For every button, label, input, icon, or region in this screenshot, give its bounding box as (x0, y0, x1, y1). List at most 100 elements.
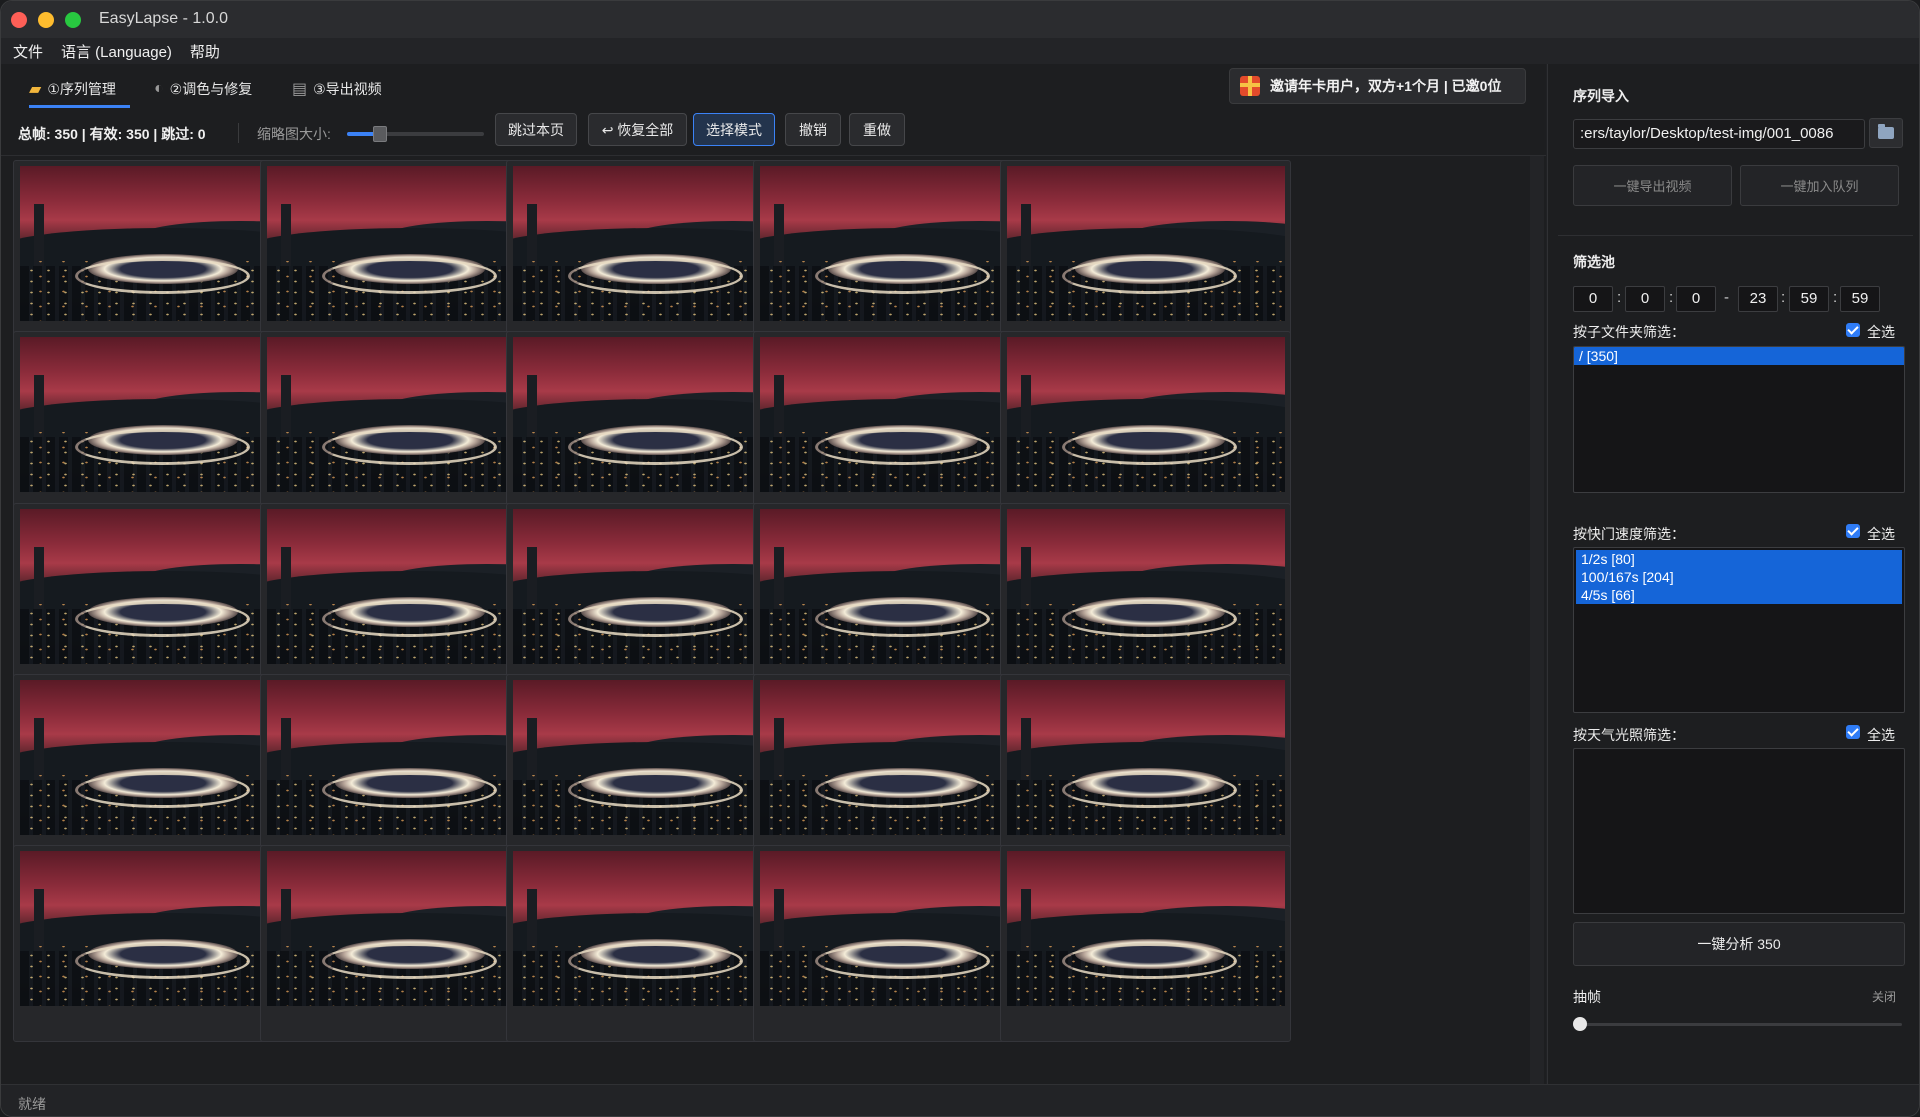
subfolder-list[interactable]: / [350] (1573, 346, 1905, 493)
subfolder-select-all-checkbox[interactable] (1846, 323, 1860, 337)
minimize-window-button[interactable] (38, 12, 54, 28)
thumb-size-slider-handle[interactable] (373, 126, 387, 142)
frame-thumbnail-image (1007, 851, 1285, 1006)
weather-filter-label: 按天气光照筛选： (1573, 727, 1685, 743)
frame-thumbnail-card[interactable]: HYPERLAPSE_0010.DNG (1000, 331, 1291, 528)
time-start-second[interactable]: 0 (1676, 286, 1716, 312)
tab-label: ②调色与修复 (169, 81, 253, 97)
sidebar-divider (1558, 235, 1913, 236)
frame-thumbnail-card[interactable] (1000, 845, 1291, 1042)
tab-export-video[interactable]: ▤ ③导出视频 (292, 72, 392, 106)
skip-page-button[interactable]: 跳过本页 (495, 113, 577, 146)
title-bar: EasyLapse - 1.0.0 (1, 1, 1919, 38)
decimate-slider-handle[interactable] (1573, 1017, 1587, 1031)
status-bar: 就绪 (1, 1084, 1919, 1116)
gift-icon (1240, 76, 1260, 96)
list-item[interactable]: 4/5s [66] (1576, 586, 1902, 604)
frame-thumbnail-image (760, 851, 1038, 1006)
frame-thumbnail-image (267, 509, 545, 664)
folder-icon: ▰ (29, 81, 42, 98)
tab-sequence-management[interactable]: ▰ ①序列管理 (29, 72, 130, 108)
grid-scrollbar-track[interactable] (1530, 156, 1544, 1084)
select-all-label: 全选 (1867, 324, 1895, 340)
undo-button[interactable]: 撤销 (785, 113, 841, 146)
time-colon: : (1617, 289, 1622, 306)
list-item[interactable]: / [350] (1574, 347, 1904, 365)
time-end-second[interactable]: 59 (1840, 286, 1880, 312)
sequence-path-input[interactable]: :ers/taylor/Desktop/test-img/001_0086 (1573, 119, 1865, 149)
menu-language[interactable]: 语言 (Language) (61, 41, 172, 62)
thumb-size-label: 缩略图大小: (257, 126, 331, 142)
maximize-window-button[interactable] (65, 12, 81, 28)
window-title: EasyLapse - 1.0.0 (99, 10, 228, 27)
import-label: 序列导入 (1573, 88, 1629, 104)
frame-thumbnail-image (513, 509, 791, 664)
status-text: 就绪 (18, 1096, 46, 1112)
select-all-label: 全选 (1867, 526, 1895, 542)
weather-select-all-checkbox[interactable] (1846, 725, 1860, 739)
palette-icon: ◐ (154, 80, 164, 97)
frame-thumbnail-image (267, 166, 545, 321)
frame-thumbnail-image (267, 680, 545, 835)
list-item[interactable]: 100/167s [204] (1576, 568, 1902, 586)
decimate-label: 抽帧 (1573, 989, 1601, 1005)
thumbnail-grid: HYPERLAPSE_0001.DNGHYPERLAPSE_0002.DNGHY… (1, 155, 1546, 1084)
tab-color-repair[interactable]: ◐ ②调色与修复 (154, 72, 269, 106)
add-to-queue-button[interactable]: 一键加入队列 (1740, 165, 1899, 206)
list-item[interactable]: 1/2s [80] (1576, 550, 1902, 568)
frame-thumbnail-image (513, 166, 791, 321)
subfolder-filter-label: 按子文件夹筛选： (1573, 324, 1685, 340)
main-panel: ▰ ①序列管理 ◐ ②调色与修复 ▤ ③导出视频 邀请年卡用户，双方+1个月 |… (1, 64, 1546, 1084)
frame-thumbnail-card[interactable]: HYPERLAPSE_0020.DNG (1000, 674, 1291, 871)
time-end-hour[interactable]: 23 (1738, 286, 1778, 312)
frame-thumbnail-image (1007, 680, 1285, 835)
frame-thumbnail-image (1007, 337, 1285, 492)
frame-thumbnail-image (20, 509, 298, 664)
app-window: EasyLapse - 1.0.0 文件 语言 (Language) 帮助 ▰ … (0, 0, 1920, 1117)
shutter-select-all-checkbox[interactable] (1846, 524, 1860, 538)
invite-banner[interactable]: 邀请年卡用户，双方+1个月 | 已邀0位 (1229, 68, 1526, 104)
shutter-selection: 1/2s [80] 100/167s [204] 4/5s [66] (1576, 550, 1902, 604)
time-colon: : (1781, 289, 1786, 306)
close-window-button[interactable] (11, 12, 27, 28)
frame-thumbnail-image (760, 166, 1038, 321)
menu-bar: 文件 语言 (Language) 帮助 (1, 38, 1919, 64)
browse-folder-button[interactable] (1869, 118, 1903, 148)
frame-thumbnail-image (267, 851, 545, 1006)
frame-thumbnail-image (267, 337, 545, 492)
time-colon: : (1669, 289, 1674, 306)
time-start-minute[interactable]: 0 (1625, 286, 1665, 312)
thumb-size-slider[interactable] (347, 126, 484, 142)
filter-pool-label: 筛选池 (1573, 254, 1615, 270)
frame-thumbnail-card[interactable]: HYPERLAPSE_0005.DNG (1000, 160, 1291, 357)
frame-thumbnail-image (513, 337, 791, 492)
tab-label: ①序列管理 (47, 81, 116, 97)
sidebar: 序列导入 :ers/taylor/Desktop/test-img/001_00… (1547, 64, 1919, 1084)
restore-all-button[interactable]: ↩ 恢复全部 (588, 113, 687, 146)
frame-thumbnail-image (760, 337, 1038, 492)
invite-text: 邀请年卡用户，双方+1个月 | 已邀0位 (1270, 78, 1502, 94)
time-end-minute[interactable]: 59 (1789, 286, 1829, 312)
frame-thumbnail-image (513, 851, 791, 1006)
frame-thumbnail-image (20, 680, 298, 835)
decimate-slider[interactable] (1580, 1023, 1902, 1026)
frame-thumbnail-image (760, 509, 1038, 664)
time-colon: : (1833, 289, 1838, 306)
export-video-button[interactable]: 一键导出视频 (1573, 165, 1732, 206)
tab-label: ③导出视频 (313, 81, 382, 97)
menu-help[interactable]: 帮助 (190, 41, 220, 62)
time-start-hour[interactable]: 0 (1573, 286, 1613, 312)
toolbar: 总帧: 350 | 有效: 350 | 跳过: 0 缩略图大小: 跳过本页 ↩ … (1, 111, 1546, 155)
redo-button[interactable]: 重做 (849, 113, 905, 146)
select-mode-button[interactable]: 选择模式 (693, 113, 775, 146)
menu-file[interactable]: 文件 (13, 41, 43, 62)
weather-list[interactable] (1573, 748, 1905, 914)
clapperboard-icon: ▤ (292, 81, 308, 98)
tab-bar: ▰ ①序列管理 ◐ ②调色与修复 ▤ ③导出视频 邀请年卡用户，双方+1个月 |… (1, 64, 1546, 111)
frame-thumbnail-image (1007, 509, 1285, 664)
frame-thumbnail-card[interactable]: HYPERLAPSE_0015.DNG (1000, 503, 1291, 700)
shutter-filter-label: 按快门速度筛选： (1573, 526, 1685, 542)
shutter-list[interactable]: 1/2s [80] 100/167s [204] 4/5s [66] (1573, 547, 1905, 713)
analyze-button[interactable]: 一键分析 350 (1573, 922, 1905, 966)
decimate-state: 关闭 (1872, 990, 1897, 1004)
